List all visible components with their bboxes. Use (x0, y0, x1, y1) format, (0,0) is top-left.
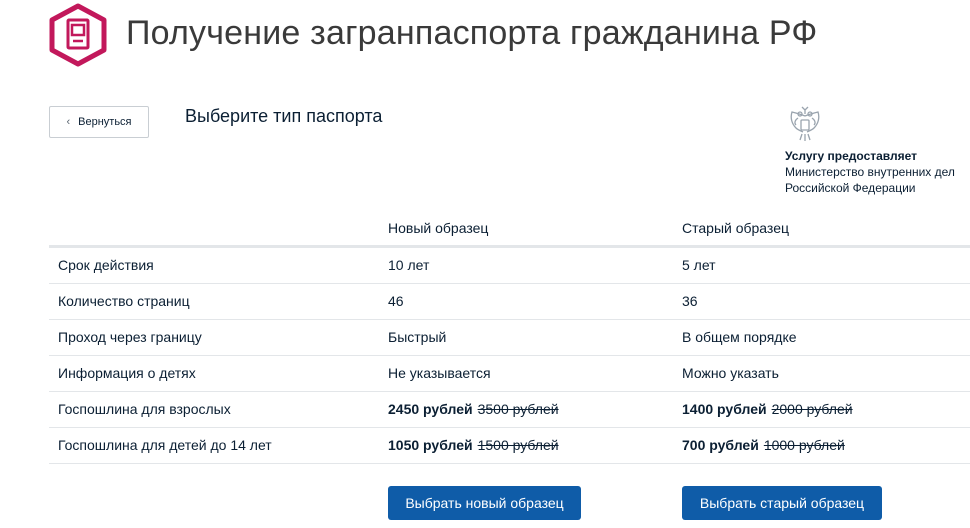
section-title: Выберите тип паспорта (185, 106, 383, 126)
passport-service-logo-icon (49, 3, 107, 67)
cell-new-fee: 1050 рублей 1500 рублей (388, 428, 559, 463)
row-label: Госпошлина для детей до 14 лет (58, 437, 272, 453)
new-old-price: 3500 рублей (477, 401, 559, 417)
cell-new: 46 (388, 293, 404, 309)
provider-name-line-1: Министерство внутренних дел (785, 165, 955, 179)
choose-new-passport-button[interactable]: Выбрать новый образец (388, 486, 581, 520)
row-label: Количество страниц (58, 293, 190, 309)
table-row: Госпошлина для взрослых 2450 рублей 3500 … (49, 392, 970, 428)
cell-new-fee: 2450 рублей 3500 рублей (388, 392, 559, 427)
cell-new: Не указывается (388, 365, 491, 381)
page-title: Получение загранпаспорта гражданина РФ (126, 14, 818, 52)
old-price: 700 рублей (682, 437, 759, 453)
old-price: 1400 рублей (682, 401, 767, 417)
row-label: Госпошлина для взрослых (58, 401, 231, 417)
column-header-new: Новый образец (388, 220, 489, 236)
back-button-label: Вернуться (78, 116, 132, 128)
row-label: Проход через границу (58, 329, 202, 345)
row-label: Срок действия (58, 257, 154, 273)
cell-old: 5 лет (682, 257, 716, 273)
cell-old-fee: 1400 рублей 2000 рублей (682, 392, 853, 427)
new-price: 1050 рублей (388, 437, 473, 453)
coat-of-arms-icon (790, 106, 820, 141)
table-row: Проход через границу Быстрый В общем пор… (49, 320, 970, 356)
table-row: Госпошлина для детей до 14 лет 1050 рубл… (49, 428, 970, 464)
table-row: Информация о детях Не указывается Можно … (49, 356, 970, 392)
old-old-price: 2000 рублей (771, 401, 853, 417)
new-old-price: 1500 рублей (477, 437, 559, 453)
table-row: Количество страниц 46 36 (49, 284, 970, 320)
table-header-row: Новый образец Старый образец (49, 212, 970, 248)
service-provider: Услугу предоставляет Министерство внутре… (785, 148, 955, 196)
provider-name-line-2: Российской Федерации (785, 181, 916, 195)
cell-new: 10 лет (388, 257, 430, 273)
cell-old: В общем порядке (682, 329, 797, 345)
provider-label: Услугу предоставляет (785, 149, 918, 163)
cell-old: Можно указать (682, 365, 779, 381)
cell-old: 36 (682, 293, 698, 309)
choose-old-passport-button[interactable]: Выбрать старый образец (682, 486, 882, 520)
comparison-table: Новый образец Старый образец Срок действ… (49, 212, 970, 464)
chevron-left-icon: ‹ (66, 116, 71, 128)
cell-old-fee: 700 рублей 1000 рублей (682, 428, 845, 463)
old-old-price: 1000 рублей (763, 437, 845, 453)
column-header-old: Старый образец (682, 220, 789, 236)
back-button[interactable]: ‹ Вернуться (49, 106, 149, 138)
table-row: Срок действия 10 лет 5 лет (49, 248, 970, 284)
row-label: Информация о детях (58, 365, 196, 381)
new-price: 2450 рублей (388, 401, 473, 417)
cell-new: Быстрый (388, 329, 447, 345)
